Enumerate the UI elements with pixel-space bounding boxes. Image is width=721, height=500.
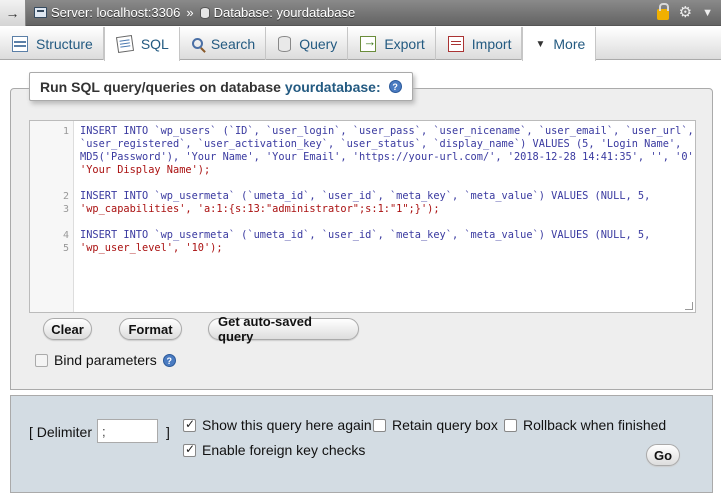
lock-icon[interactable] (656, 3, 669, 20)
collapse-navigation-button[interactable]: → (0, 0, 26, 26)
tab-structure[interactable]: Structure (0, 27, 104, 60)
get-autosaved-query-button[interactable]: Get auto-saved query (208, 314, 359, 344)
format-button[interactable]: Format (119, 318, 182, 340)
line-number: 1 (62, 126, 69, 137)
delimiter-label: [ Delimiter (29, 424, 93, 440)
tab-query[interactable]: Query (266, 27, 349, 60)
database-icon (199, 6, 210, 19)
bind-parameters-option[interactable]: Bind parameters ? (35, 352, 176, 368)
line-number: 4 (62, 230, 69, 241)
export-icon (360, 34, 377, 52)
retain-query-box-label: Retain query box (392, 417, 498, 433)
line-number: 2 (62, 191, 69, 202)
menu-icon[interactable]: ▼ (702, 7, 713, 19)
tab-import[interactable]: Import (436, 27, 523, 60)
sql-icon (115, 34, 134, 54)
line-number-gutter: 1 2 3 4 5 (30, 121, 74, 312)
rollback-label: Rollback when finished (523, 417, 667, 433)
code-line: `user_registered`, `user_activation_key`… (80, 138, 682, 150)
caret-down-icon: ▼ (535, 38, 546, 50)
delimiter-input[interactable] (97, 419, 158, 443)
rollback-checkbox[interactable] (504, 418, 517, 432)
code-line: 'wp_user_level', '10'); (80, 242, 223, 254)
tab-export[interactable]: Export (348, 27, 436, 60)
query-icon (278, 35, 292, 52)
search-icon (191, 38, 203, 49)
breadcrumb-separator: » (186, 5, 194, 20)
server-icon (34, 7, 47, 18)
breadcrumb-database[interactable]: Database: yourdatabase (199, 5, 356, 20)
code-line: 'wp_capabilities', 'a:1:{s:13:"administr… (80, 203, 440, 215)
structure-icon (12, 35, 28, 52)
tab-export-label: Export (384, 35, 425, 52)
foreign-key-checks-checkbox[interactable] (183, 442, 196, 457)
tab-structure-label: Structure (36, 35, 93, 52)
sql-panel-legend: Run SQL query/queries on database yourda… (29, 72, 413, 101)
sql-editor[interactable]: 1 2 3 4 5 INSERT INTO `wp_users` (`ID`, … (29, 120, 696, 313)
tab-bar: Structure SQL Search Query Export Import… (0, 27, 721, 61)
import-icon (447, 35, 464, 52)
bind-parameters-label: Bind parameters (54, 352, 157, 368)
help-icon[interactable]: ? (162, 353, 176, 367)
code-line: INSERT INTO `wp_usermeta` (`umeta_id`, `… (80, 229, 651, 241)
show-query-again-checkbox[interactable] (183, 417, 196, 432)
line-number: 3 (62, 204, 69, 215)
code-line: INSERT INTO `wp_users` (`ID`, `user_logi… (80, 125, 694, 137)
legend-text: Run SQL query/queries on database (40, 78, 281, 95)
editor-resize-handle[interactable] (685, 302, 693, 310)
tab-sql[interactable]: SQL (103, 27, 180, 61)
rollback-option[interactable]: Rollback when finished (504, 417, 666, 433)
tab-query-label: Query (299, 35, 338, 52)
tab-more[interactable]: ▼ More (522, 27, 597, 61)
foreign-key-checks-label: Enable foreign key checks (202, 442, 366, 458)
server-label[interactable]: Server: localhost:3306 (51, 5, 180, 20)
line-number: 5 (62, 243, 69, 254)
go-button[interactable]: Go (646, 444, 680, 466)
clear-button[interactable]: Clear (43, 318, 92, 340)
tab-sql-label: SQL (140, 36, 169, 52)
database-label[interactable]: Database: yourdatabase (214, 5, 356, 20)
retain-query-box-option[interactable]: Retain query box (373, 417, 498, 433)
bind-parameters-checkbox[interactable] (35, 353, 48, 367)
retain-query-box-checkbox[interactable] (373, 418, 386, 432)
tab-more-label: More (553, 36, 586, 52)
breadcrumb-bar: → Server: localhost:3306 » Database: you… (0, 0, 721, 26)
show-query-again-label: Show this query here again (202, 417, 372, 433)
tab-search-label: Search (210, 35, 256, 52)
code-line: INSERT INTO `wp_usermeta` (`umeta_id`, `… (80, 190, 651, 202)
show-query-again-option[interactable]: Show this query here again (183, 417, 372, 433)
delimiter-close-bracket: ] (166, 424, 170, 440)
breadcrumb-server[interactable]: Server: localhost:3306 (34, 5, 180, 20)
code-line: 'Your Display Name'); (80, 164, 211, 176)
tab-import-label: Import (471, 35, 512, 52)
tab-search[interactable]: Search (180, 27, 267, 60)
code-line: MD5('Password'), 'Your Name', 'Your Emai… (80, 151, 696, 163)
foreign-key-checks-option[interactable]: Enable foreign key checks (183, 442, 365, 458)
help-icon[interactable]: ? (388, 80, 402, 93)
gear-icon[interactable]: ⚙ (679, 5, 692, 20)
legend-database-link[interactable]: yourdatabase: (285, 79, 381, 95)
